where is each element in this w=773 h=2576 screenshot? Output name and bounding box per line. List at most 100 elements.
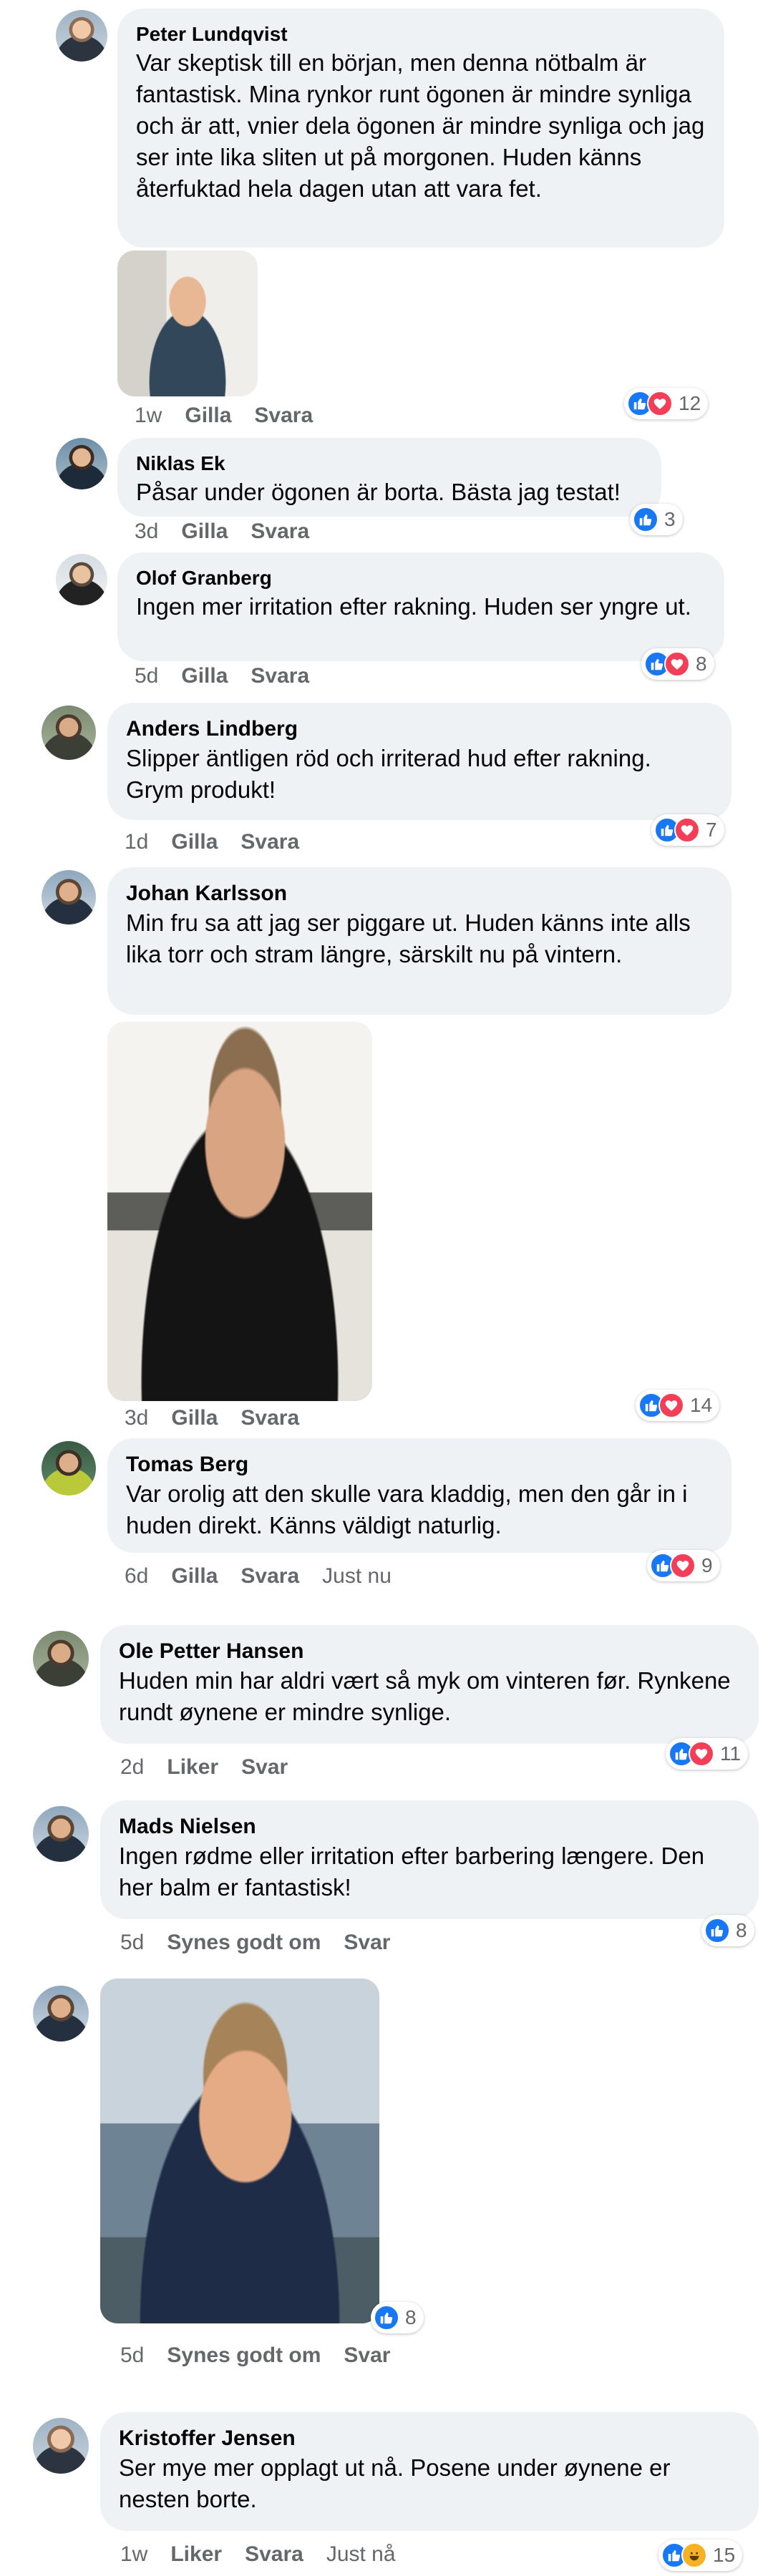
reply-button[interactable]: Svara (240, 1564, 299, 1589)
avatar[interactable] (33, 1806, 89, 1862)
avatar[interactable] (42, 1441, 96, 1496)
reaction-summary[interactable]: 8 (371, 2302, 424, 2333)
reaction-summary[interactable]: 15 (658, 2540, 743, 2571)
like-button[interactable]: Gilla (181, 664, 228, 688)
comment-time[interactable]: 5d (135, 664, 158, 688)
comment-photo[interactable] (107, 1022, 372, 1401)
comment-item: Anders Lindberg Slipper äntligen röd och… (21, 701, 737, 859)
reaction-summary[interactable]: 11 (666, 1738, 749, 1770)
like-button[interactable]: Synes godt om (167, 2343, 321, 2368)
reply-button[interactable]: Svara (245, 2542, 303, 2567)
reaction-count: 3 (664, 508, 676, 530)
comment-time[interactable]: 1w (120, 2542, 147, 2567)
comment-time[interactable]: 3d (135, 519, 158, 544)
comment-actions: 1w Gilla Svara (135, 404, 313, 428)
comment-actions: 2d Liker Svar (120, 1755, 288, 1780)
like-button[interactable]: Gilla (171, 1406, 218, 1430)
reply-button[interactable]: Svara (254, 404, 313, 428)
like-button[interactable]: Gilla (181, 519, 228, 544)
comment-time[interactable]: 5d (120, 1931, 144, 1955)
comment-time[interactable]: 1d (125, 830, 148, 854)
just-now-label: Just nå (326, 2542, 396, 2566)
reaction-summary[interactable]: 7 (651, 814, 724, 846)
comment-author[interactable]: Olof Granberg (136, 565, 706, 591)
comment-author[interactable]: Kristoffer Jensen (119, 2425, 740, 2452)
like-button[interactable]: Liker (170, 2542, 222, 2567)
comment-item: Olof Granberg Ingen mer irritation efter… (43, 547, 730, 690)
comment-time[interactable]: 3d (125, 1406, 148, 1430)
reaction-count: 8 (405, 2306, 417, 2328)
comment-author[interactable]: Mads Nielsen (119, 1813, 740, 1840)
haha-icon (681, 2542, 707, 2568)
love-icon (689, 1741, 714, 1767)
comment-text: Slipper äntligen röd och irriterad hud e… (126, 745, 651, 803)
reaction-summary[interactable]: 8 (641, 648, 714, 680)
comment-item: Peter Lundqvist Var skeptisk till en bör… (43, 0, 730, 429)
comment-time[interactable]: 6d (125, 1564, 148, 1589)
comment-time[interactable]: 1w (135, 404, 162, 428)
avatar[interactable] (33, 1986, 89, 2041)
like-button[interactable]: Gilla (171, 1564, 218, 1589)
reaction-summary[interactable]: 9 (647, 1550, 720, 1581)
reaction-summary[interactable]: 14 (636, 1390, 720, 1421)
comment-author[interactable]: Ole Petter Hansen (119, 1638, 740, 1665)
reply-button[interactable]: Svara (251, 519, 309, 544)
avatar[interactable] (56, 438, 107, 489)
comment-bubble: Kristoffer Jensen Ser mye mer opplagt ut… (100, 2412, 759, 2531)
reply-button[interactable]: Svar (344, 2343, 390, 2368)
comment-bubble: Anders Lindberg Slipper äntligen röd och… (107, 703, 731, 820)
love-icon (647, 391, 673, 416)
reaction-summary[interactable]: 3 (630, 504, 683, 535)
like-icon (633, 507, 658, 532)
reaction-summary[interactable]: 8 (701, 1915, 754, 1946)
avatar[interactable] (42, 870, 96, 924)
like-button[interactable]: Liker (167, 1755, 218, 1780)
comment-author[interactable]: Peter Lundqvist (136, 21, 706, 47)
comment-photo[interactable] (100, 1979, 379, 2323)
comment-text: Var skeptisk till en början, men denna n… (136, 49, 705, 202)
reaction-count: 8 (696, 653, 707, 675)
like-icon (704, 1918, 730, 1943)
comment-author[interactable]: Niklas Ek (136, 451, 643, 477)
avatar[interactable] (33, 2418, 89, 2474)
comment-item: Ole Petter Hansen Huden min har aldri væ… (14, 1621, 766, 1792)
comment-actions: 5d Synes godt om Svar (120, 2343, 390, 2368)
reply-button[interactable]: Svara (251, 664, 309, 688)
comment-author[interactable]: Johan Karlsson (126, 880, 713, 907)
reply-button[interactable]: Svar (241, 1755, 288, 1780)
comment-item: Kristoffer Jensen Ser mye mer opplagt ut… (14, 2408, 766, 2576)
love-icon (658, 1392, 684, 1418)
comment-actions: 3d Gilla Svara (135, 519, 309, 544)
reaction-count: 8 (736, 1919, 747, 1941)
avatar[interactable] (56, 10, 107, 62)
love-icon (674, 817, 700, 843)
comment-time[interactable]: 5d (120, 2343, 144, 2368)
like-button[interactable]: Synes godt om (167, 1931, 321, 1955)
comment-item: 8 5d Synes godt om Svar (14, 1971, 766, 2383)
like-button[interactable]: Gilla (185, 404, 231, 428)
comment-text: Min fru sa att jag ser piggare ut. Huden… (126, 909, 691, 967)
comment-item: Mads Nielsen Ingen rødme eller irritatio… (14, 1796, 766, 1968)
reply-button[interactable]: Svar (344, 1931, 390, 1955)
like-button[interactable]: Gilla (171, 830, 218, 854)
comment-text: Ser mye mer opplagt ut nå. Posene under … (119, 2454, 671, 2512)
reply-button[interactable]: Svara (240, 830, 299, 854)
avatar[interactable] (33, 1631, 89, 1687)
love-icon (664, 651, 690, 677)
comment-bubble: Ole Petter Hansen Huden min har aldri væ… (100, 1625, 759, 1744)
comment-time[interactable]: 2d (120, 1755, 144, 1780)
comment-bubble: Johan Karlsson Min fru sa att jag ser pi… (107, 867, 731, 1015)
comment-actions: 3d Gilla Svara (125, 1406, 299, 1430)
comment-bubble: Niklas Ek Påsar under ögonen är borta. B… (117, 438, 661, 517)
reaction-summary[interactable]: 12 (624, 388, 709, 419)
reaction-count: 14 (690, 1394, 713, 1416)
comment-item: Johan Karlsson Min fru sa att jag ser pi… (21, 866, 737, 1431)
comment-actions: 1w Liker Svara Just nå (120, 2542, 396, 2567)
comment-author[interactable]: Tomas Berg (126, 1451, 713, 1478)
reply-button[interactable]: Svara (240, 1406, 299, 1430)
comment-author[interactable]: Anders Lindberg (126, 716, 713, 743)
comment-photo[interactable] (117, 250, 258, 396)
reaction-count: 9 (701, 1554, 713, 1576)
avatar[interactable] (42, 706, 96, 760)
avatar[interactable] (56, 554, 107, 605)
